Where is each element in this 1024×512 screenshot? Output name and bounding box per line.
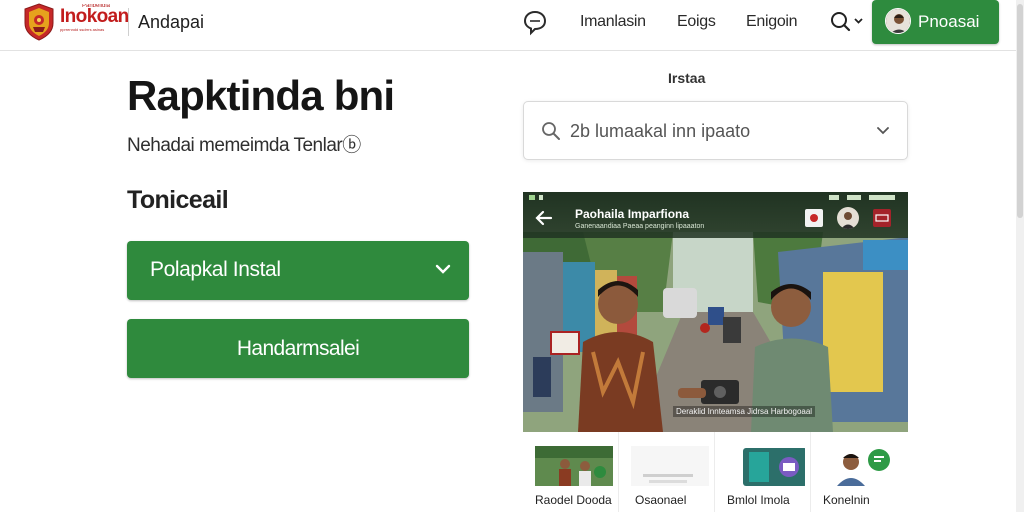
page: Panbelidia Inokoan pprrenndd ssdrrrs asi…: [0, 0, 1024, 512]
secondary-button-label: Handarmsalei: [236, 336, 360, 360]
page-subtitle: Nehadai memeimda Tenlarⓑ: [127, 135, 361, 156]
chevron-down-icon[interactable]: [876, 126, 890, 136]
thumbnail-card[interactable]: Bmlol Imola: [715, 432, 811, 512]
thumbnail-label: Bmlol Imola: [727, 493, 790, 507]
search-input[interactable]: [570, 116, 860, 146]
install-dropdown-label: Polapkal Instal: [150, 258, 281, 281]
top-navigation-bar: Panbelidia Inokoan pprrenndd ssdrrrs asi…: [0, 0, 1016, 51]
thumbnail-image: [535, 446, 613, 486]
header-divider: [128, 8, 129, 36]
logo-name: Inokoan: [60, 6, 129, 27]
chevron-down-icon: [435, 264, 451, 274]
site-name[interactable]: Andapai: [138, 12, 204, 33]
thumbnail-image: [727, 446, 805, 486]
chat-bubble-icon[interactable]: [521, 8, 549, 36]
logo-subtext: pprrenndd ssdrrrs asinas: [60, 27, 105, 32]
account-button[interactable]: Pnoasai: [872, 0, 999, 44]
thumbnail-label: Raodel Dooda: [535, 493, 612, 507]
search-caption: Irstaa: [668, 70, 706, 86]
logo-tagline: Panbelidia: [82, 4, 111, 9]
status-bar-icons: [529, 195, 895, 200]
profile-avatar-icon[interactable]: [837, 207, 859, 229]
video-caption: Deraklid Innteamsa Jidrsa Harbogoaal: [673, 406, 816, 417]
nav-link-1[interactable]: Imanlasin: [580, 13, 646, 31]
video-title: Paohaila Imparfiona: [575, 207, 690, 221]
video-header-bar: Paohaila Imparfiona Ganenaandiaa Paeaa p…: [523, 192, 908, 238]
thumbnail-label: Konelnin: [823, 493, 870, 507]
video-meta: Ganenaandiaa Paeaa peanginn lipaaaton: [575, 223, 705, 230]
page-scrollbar[interactable]: [1016, 0, 1024, 512]
search-icon: [542, 122, 560, 140]
thumbnail-image: [631, 446, 709, 486]
search-box[interactable]: [523, 101, 908, 160]
nav-link-3[interactable]: Enigoin: [746, 13, 798, 31]
secondary-action-button[interactable]: Handarmsalei: [127, 319, 469, 378]
featured-video-card[interactable]: Paohaila Imparfiona Ganenaandiaa Paeaa p…: [523, 192, 908, 432]
live-badge-icon[interactable]: [873, 209, 891, 227]
avatar: [885, 8, 911, 34]
logo-wordmark[interactable]: Panbelidia Inokoan pprrenndd ssdrrrs asi…: [60, 4, 129, 32]
user-avatar-icon: [886, 9, 910, 33]
record-icon[interactable]: [805, 209, 823, 227]
thumbnail-card[interactable]: Osaonael: [619, 432, 715, 512]
search-icon[interactable]: [828, 8, 866, 36]
crest-logo-icon[interactable]: [22, 3, 56, 41]
nav-link-2[interactable]: Eoigs: [677, 13, 716, 31]
section-heading: Toniceail: [127, 186, 229, 214]
account-button-label: Pnoasai: [918, 12, 980, 31]
install-dropdown[interactable]: Polapkal Instal: [127, 241, 469, 300]
thumbnail-strip: Raodel Dooda Osaonael Bmlol Imola Koneln…: [523, 432, 908, 512]
arrow-left-icon[interactable]: [535, 210, 553, 226]
thumbnail-image: [823, 446, 901, 486]
page-title: Rapktinda bni: [127, 72, 395, 119]
thumbnail-label: Osaonael: [635, 493, 687, 507]
thumbnail-card[interactable]: Raodel Dooda: [523, 432, 619, 512]
scrollbar-thumb[interactable]: [1017, 4, 1023, 218]
thumbnail-card[interactable]: Konelnin: [811, 432, 907, 512]
